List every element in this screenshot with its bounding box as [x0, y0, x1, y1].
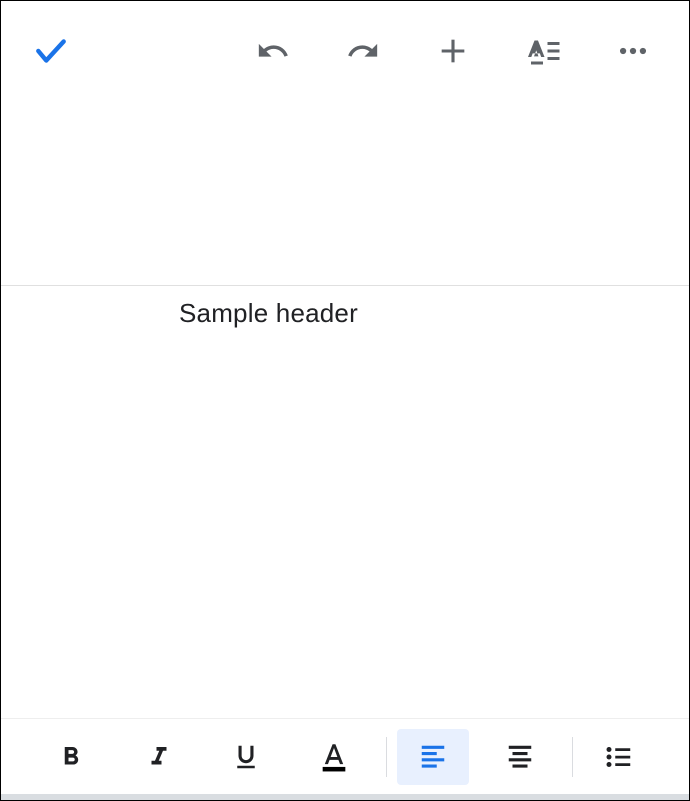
insert-button[interactable] [423, 21, 483, 81]
document-header-text[interactable]: Sample header [179, 298, 689, 329]
redo-button[interactable] [333, 21, 393, 81]
bulleted-list-icon [604, 742, 634, 772]
align-center-button[interactable] [485, 729, 557, 785]
confirm-button[interactable] [21, 21, 81, 81]
align-center-icon [505, 742, 535, 772]
underline-button[interactable] [210, 729, 282, 785]
align-left-button[interactable] [397, 729, 469, 785]
bold-button[interactable] [35, 729, 107, 785]
redo-icon [346, 34, 380, 68]
more-button[interactable] [603, 21, 663, 81]
italic-icon [144, 742, 174, 772]
text-color-icon [317, 740, 351, 774]
check-icon [32, 32, 70, 70]
top-toolbar [1, 1, 689, 101]
bottom-format-toolbar [1, 718, 689, 794]
text-format-button[interactable] [513, 21, 573, 81]
undo-button[interactable] [243, 21, 303, 81]
text-format-icon [525, 33, 561, 69]
bold-icon [56, 742, 86, 772]
align-left-icon [418, 742, 448, 772]
more-icon [616, 34, 650, 68]
undo-icon [256, 34, 290, 68]
bulleted-list-button[interactable] [583, 729, 655, 785]
text-color-button[interactable] [298, 729, 370, 785]
document-editor[interactable]: Sample header [1, 286, 689, 718]
underline-icon [231, 742, 261, 772]
bottom-edge [1, 794, 689, 800]
plus-icon [436, 34, 470, 68]
toolbar-divider [386, 737, 387, 777]
toolbar-divider-2 [572, 737, 573, 777]
italic-button[interactable] [123, 729, 195, 785]
